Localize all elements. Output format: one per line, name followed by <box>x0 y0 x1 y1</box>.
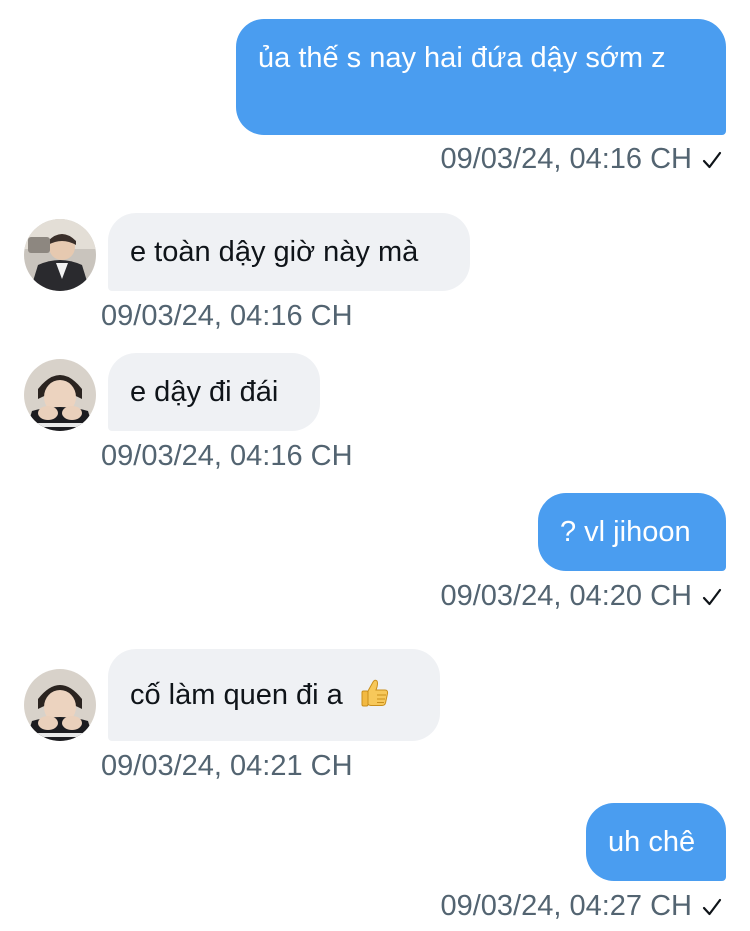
thumbs-up-emoji-icon <box>359 677 391 709</box>
avatar-hands-icon <box>24 359 96 431</box>
message-bubble-received[interactable]: e dậy đi đái <box>108 353 320 431</box>
message-timestamp: 09/03/24, 04:21 CH <box>101 750 353 782</box>
message-meta: 09/03/24, 04:21 CH <box>101 750 353 783</box>
message-timestamp: 09/03/24, 04:27 CH <box>440 890 692 922</box>
message-text: ? vl jihoon <box>560 516 691 548</box>
message-text: ủa thế s nay hai đứa dậy sớm z <box>258 42 666 74</box>
message-bubble-received[interactable]: cố làm quen đi a <box>108 649 440 741</box>
message-meta: 09/03/24, 04:16 CH <box>101 300 353 333</box>
avatar-hands-icon <box>24 669 96 741</box>
check-icon <box>702 586 722 608</box>
message-meta: 09/03/24, 04:20 CH <box>440 580 722 613</box>
message-bubble-sent[interactable]: uh chê <box>586 803 726 881</box>
message-meta: 09/03/24, 04:27 CH <box>440 890 722 923</box>
message-text: uh chê <box>608 826 696 858</box>
avatar[interactable] <box>24 219 96 291</box>
avatar[interactable] <box>24 669 96 741</box>
message-text: cố làm quen đi a <box>130 679 343 711</box>
message-meta: 09/03/24, 04:16 CH <box>440 143 722 176</box>
check-icon <box>702 896 722 918</box>
message-text: e toàn dậy giờ này mà <box>130 236 419 268</box>
message-timestamp: 09/03/24, 04:16 CH <box>101 440 353 472</box>
avatar[interactable] <box>24 359 96 431</box>
message-timestamp: 09/03/24, 04:16 CH <box>101 300 353 332</box>
message-timestamp: 09/03/24, 04:20 CH <box>440 580 692 612</box>
check-icon <box>702 149 722 171</box>
message-meta: 09/03/24, 04:16 CH <box>101 440 353 473</box>
message-text: e dậy đi đái <box>130 376 279 408</box>
message-bubble-sent[interactable]: ? vl jihoon <box>538 493 726 571</box>
avatar-suit-icon <box>24 219 96 291</box>
message-bubble-sent[interactable]: ủa thế s nay hai đứa dậy sớm z <box>236 19 726 135</box>
message-timestamp: 09/03/24, 04:16 CH <box>440 143 692 175</box>
message-bubble-received[interactable]: e toàn dậy giờ này mà <box>108 213 470 291</box>
